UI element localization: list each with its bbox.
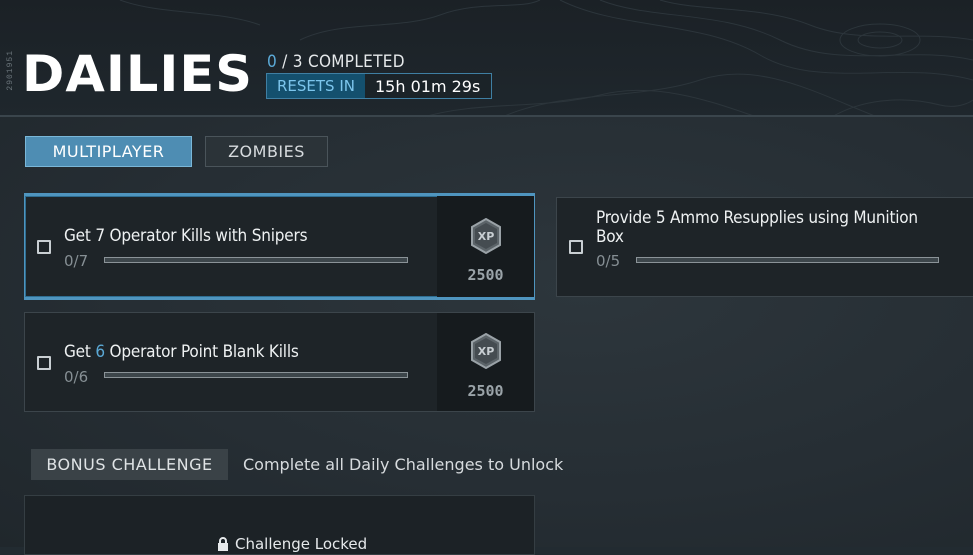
lock-icon (218, 536, 228, 551)
resets-timer: RESETS IN 15h 01m 29s (266, 73, 492, 99)
bonus-challenge-card[interactable]: Challenge Locked (24, 495, 535, 555)
locked-text: Challenge Locked (235, 535, 368, 553)
challenge-card-snipers[interactable]: Get 7 Operator Kills with Snipers 0/7 XP… (24, 193, 535, 300)
challenge-card-ammo[interactable]: Provide 5 Ammo Resupplies using Munition… (556, 197, 973, 297)
xp-badge-icon: XP (471, 218, 501, 254)
locked-row: Challenge Locked (217, 535, 367, 553)
svg-text:XP: XP (478, 345, 495, 358)
completed-count: 0 (267, 52, 278, 72)
resets-time: 15h 01m 29s (365, 74, 491, 98)
title-highlight: 6 (95, 342, 105, 362)
challenge-progress-text: 0/6 (64, 368, 89, 386)
challenge-progress-bar (636, 257, 939, 263)
xp-reward: XP 2500 (437, 196, 534, 297)
build-id: 2901951 (6, 50, 15, 91)
xp-value: 2500 (467, 382, 504, 400)
xp-badge-icon: XP (471, 333, 501, 369)
svg-text:XP: XP (478, 230, 495, 243)
bonus-description: Complete all Daily Challenges to Unlock (243, 455, 564, 474)
title-post: Operator Point Blank Kills (104, 342, 299, 362)
checkbox[interactable] (37, 356, 51, 370)
xp-reward: XP 2500 (437, 313, 534, 411)
challenge-title-line2: Box (596, 227, 624, 247)
completed-counter: 0 / 3 COMPLETED (267, 52, 405, 72)
xp-value: 2500 (467, 266, 504, 284)
completed-suffix: / 3 COMPLETED (277, 52, 405, 72)
challenge-progress-text: 0/5 (596, 252, 621, 270)
challenge-title-line1: Provide 5 Ammo Resupplies using Munition (596, 208, 918, 228)
checkbox[interactable] (569, 240, 583, 254)
challenge-title: Get 7 Operator Kills with Snipers (64, 226, 308, 246)
tab-multiplayer[interactable]: MULTIPLAYER (25, 136, 192, 167)
challenge-card-point-blank[interactable]: Get 6 Operator Point Blank Kills 0/6 XP … (24, 312, 535, 412)
resets-label: RESETS IN (267, 74, 365, 98)
challenge-progress-bar (104, 257, 408, 263)
challenge-title: Get 6 Operator Point Blank Kills (64, 343, 299, 362)
challenge-progress-bar (104, 372, 408, 378)
tab-zombies[interactable]: ZOMBIES (205, 136, 328, 167)
bonus-challenge-label: BONUS CHALLENGE (31, 449, 228, 480)
challenge-progress-text: 0/7 (64, 252, 89, 270)
checkbox[interactable] (37, 240, 51, 254)
page-title: DAILIES (22, 45, 253, 103)
title-pre: Get (64, 342, 96, 362)
